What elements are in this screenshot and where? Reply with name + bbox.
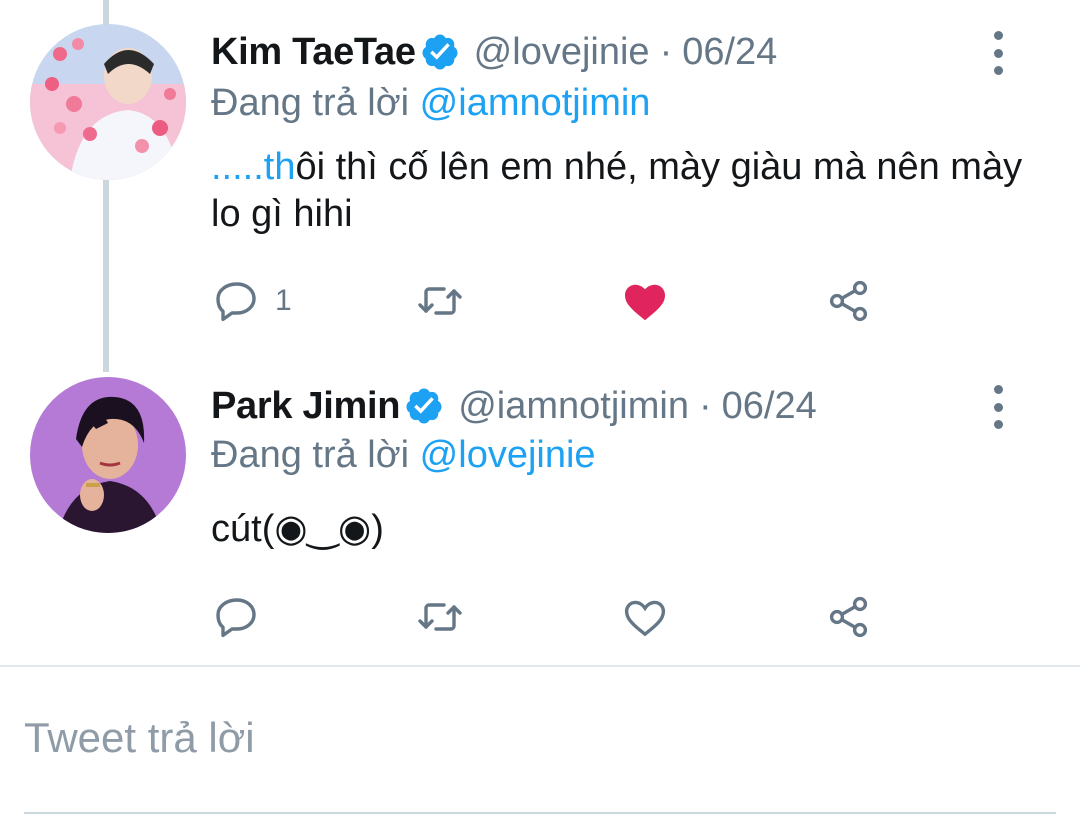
separator-dot: · xyxy=(659,30,673,73)
retweet-icon xyxy=(418,287,462,315)
reply-input[interactable]: Tweet trả lời xyxy=(24,706,1056,814)
share-icon xyxy=(829,280,868,322)
user-handle[interactable]: @iamnotjimin xyxy=(458,385,689,428)
section-divider xyxy=(0,665,1080,667)
verified-badge-icon xyxy=(406,388,442,424)
reply-count: 1 xyxy=(275,284,292,317)
tweet-date[interactable]: 06/24 xyxy=(722,385,817,428)
replying-prefix: Đang trả lời xyxy=(211,82,410,124)
tweet-text-body: ôi thì cố lên em nhé, mày giàu mà nên mà… xyxy=(211,146,1023,235)
verified-badge-icon xyxy=(422,34,458,70)
tweet-text-link[interactable]: .....th xyxy=(211,146,295,188)
replying-to: Đang trả lời @iamnotjimin xyxy=(211,82,650,125)
avatar[interactable] xyxy=(30,24,186,180)
share-button[interactable] xyxy=(825,276,873,326)
heart-outline-icon xyxy=(624,600,666,637)
share-icon xyxy=(829,596,868,638)
reply-button[interactable]: 1 xyxy=(213,276,292,326)
display-name[interactable]: Kim TaeTae xyxy=(211,31,416,74)
reply-icon xyxy=(216,598,256,638)
replying-prefix: Đang trả lời xyxy=(211,434,410,476)
retweet-icon xyxy=(418,603,462,631)
tweet-text: .....thôi thì cố lên em nhé, mày giàu mà… xyxy=(211,144,1031,238)
avatar[interactable] xyxy=(30,377,186,533)
more-options-icon[interactable] xyxy=(983,31,1013,75)
replying-mention-link[interactable]: @iamnotjimin xyxy=(420,82,651,124)
reply-icon xyxy=(216,282,256,322)
tweet-header: Kim TaeTae @lovejinie · 06/24 xyxy=(211,26,777,78)
like-button[interactable] xyxy=(621,592,669,642)
tweet-actions: 1 xyxy=(211,276,891,326)
share-button[interactable] xyxy=(825,592,873,642)
separator-dot: · xyxy=(698,384,712,427)
retweet-button[interactable] xyxy=(416,276,464,326)
tweet-text: cút(◉‿◉) xyxy=(211,508,384,550)
display-name[interactable]: Park Jimin xyxy=(211,385,401,428)
tweet-header: Park Jimin @iamnotjimin · 06/24 xyxy=(211,380,817,432)
user-handle[interactable]: @lovejinie xyxy=(474,31,650,74)
replying-to: Đang trả lời @lovejinie xyxy=(211,434,596,477)
heart-filled-icon xyxy=(625,284,665,321)
more-options-icon[interactable] xyxy=(983,385,1013,429)
like-button[interactable] xyxy=(621,276,669,326)
replying-mention-link[interactable]: @lovejinie xyxy=(420,434,596,476)
tweet-date[interactable]: 06/24 xyxy=(682,31,777,74)
retweet-button[interactable] xyxy=(416,592,464,642)
reply-button[interactable] xyxy=(213,592,261,642)
tweet-actions xyxy=(211,592,891,642)
reply-input-placeholder: Tweet trả lời xyxy=(24,714,255,761)
